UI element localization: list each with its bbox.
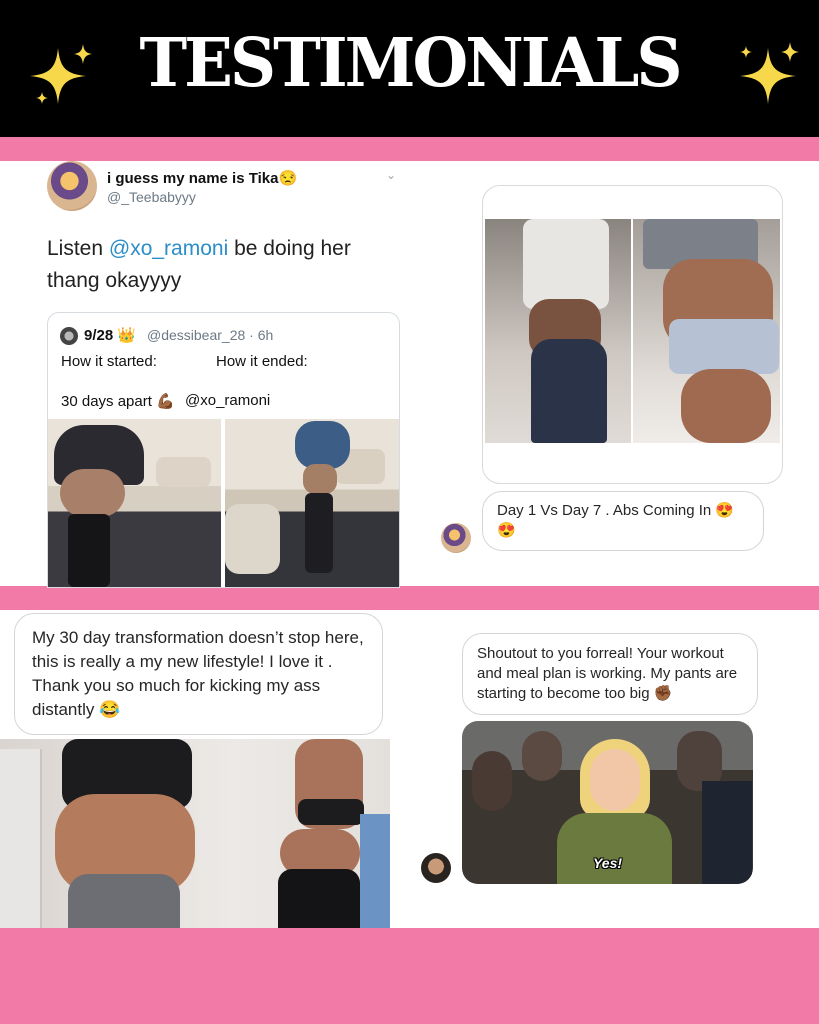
quoted-days-apart: 30 days apart 💪🏾 <box>61 393 175 410</box>
quoted-avatar <box>60 327 78 345</box>
transformation-photo[interactable] <box>0 739 390 928</box>
dm-sender-avatar[interactable] <box>441 523 471 553</box>
tweet-handle[interactable]: @_Teebabyyy <box>107 189 196 205</box>
quoted-mention: @xo_ramoni <box>185 392 271 409</box>
dm-message-bubble: Shoutout to you forreal! Your workout an… <box>462 633 758 715</box>
before-photo[interactable] <box>48 419 221 587</box>
dm-message-bubble: Day 1 Vs Day 7 . Abs Coming In 😍😍 <box>482 491 764 551</box>
tweet-text: Listen @xo_ramoni be doing her thang oka… <box>47 237 351 292</box>
chevron-down-icon[interactable]: ⌄ <box>386 168 396 182</box>
dm-image-message[interactable] <box>482 185 783 484</box>
after-photo[interactable] <box>225 419 399 587</box>
day7-photo[interactable] <box>633 219 780 443</box>
gif-message[interactable]: Yes! <box>462 721 753 884</box>
dm-message-bubble: My 30 day transformation doesn’t stop he… <box>14 613 383 735</box>
tweet-display-name[interactable]: i guess my name is Tika😒 <box>107 169 297 187</box>
quoted-tweet[interactable]: 9/28 👑 @dessibear_28 · 6h How it started… <box>47 312 400 588</box>
sparkle-icon <box>740 42 799 104</box>
quoted-display-name: 9/28 👑 <box>84 327 137 344</box>
quoted-handle-time: @dessibear_28 · 6h <box>147 327 274 343</box>
quoted-label-started: How it started: <box>61 353 157 370</box>
page-title: TESTIMONIALS <box>139 24 682 103</box>
tweet-avatar[interactable] <box>47 161 97 211</box>
header-bar: TESTIMONIALS <box>0 0 819 137</box>
tweet-mention-link[interactable]: @xo_ramoni <box>109 237 228 260</box>
day1-photo[interactable] <box>485 219 631 443</box>
gif-caption: Yes! <box>592 855 623 871</box>
quoted-label-ended: How it ended: <box>216 353 308 370</box>
dm-sender-avatar[interactable] <box>421 853 451 883</box>
